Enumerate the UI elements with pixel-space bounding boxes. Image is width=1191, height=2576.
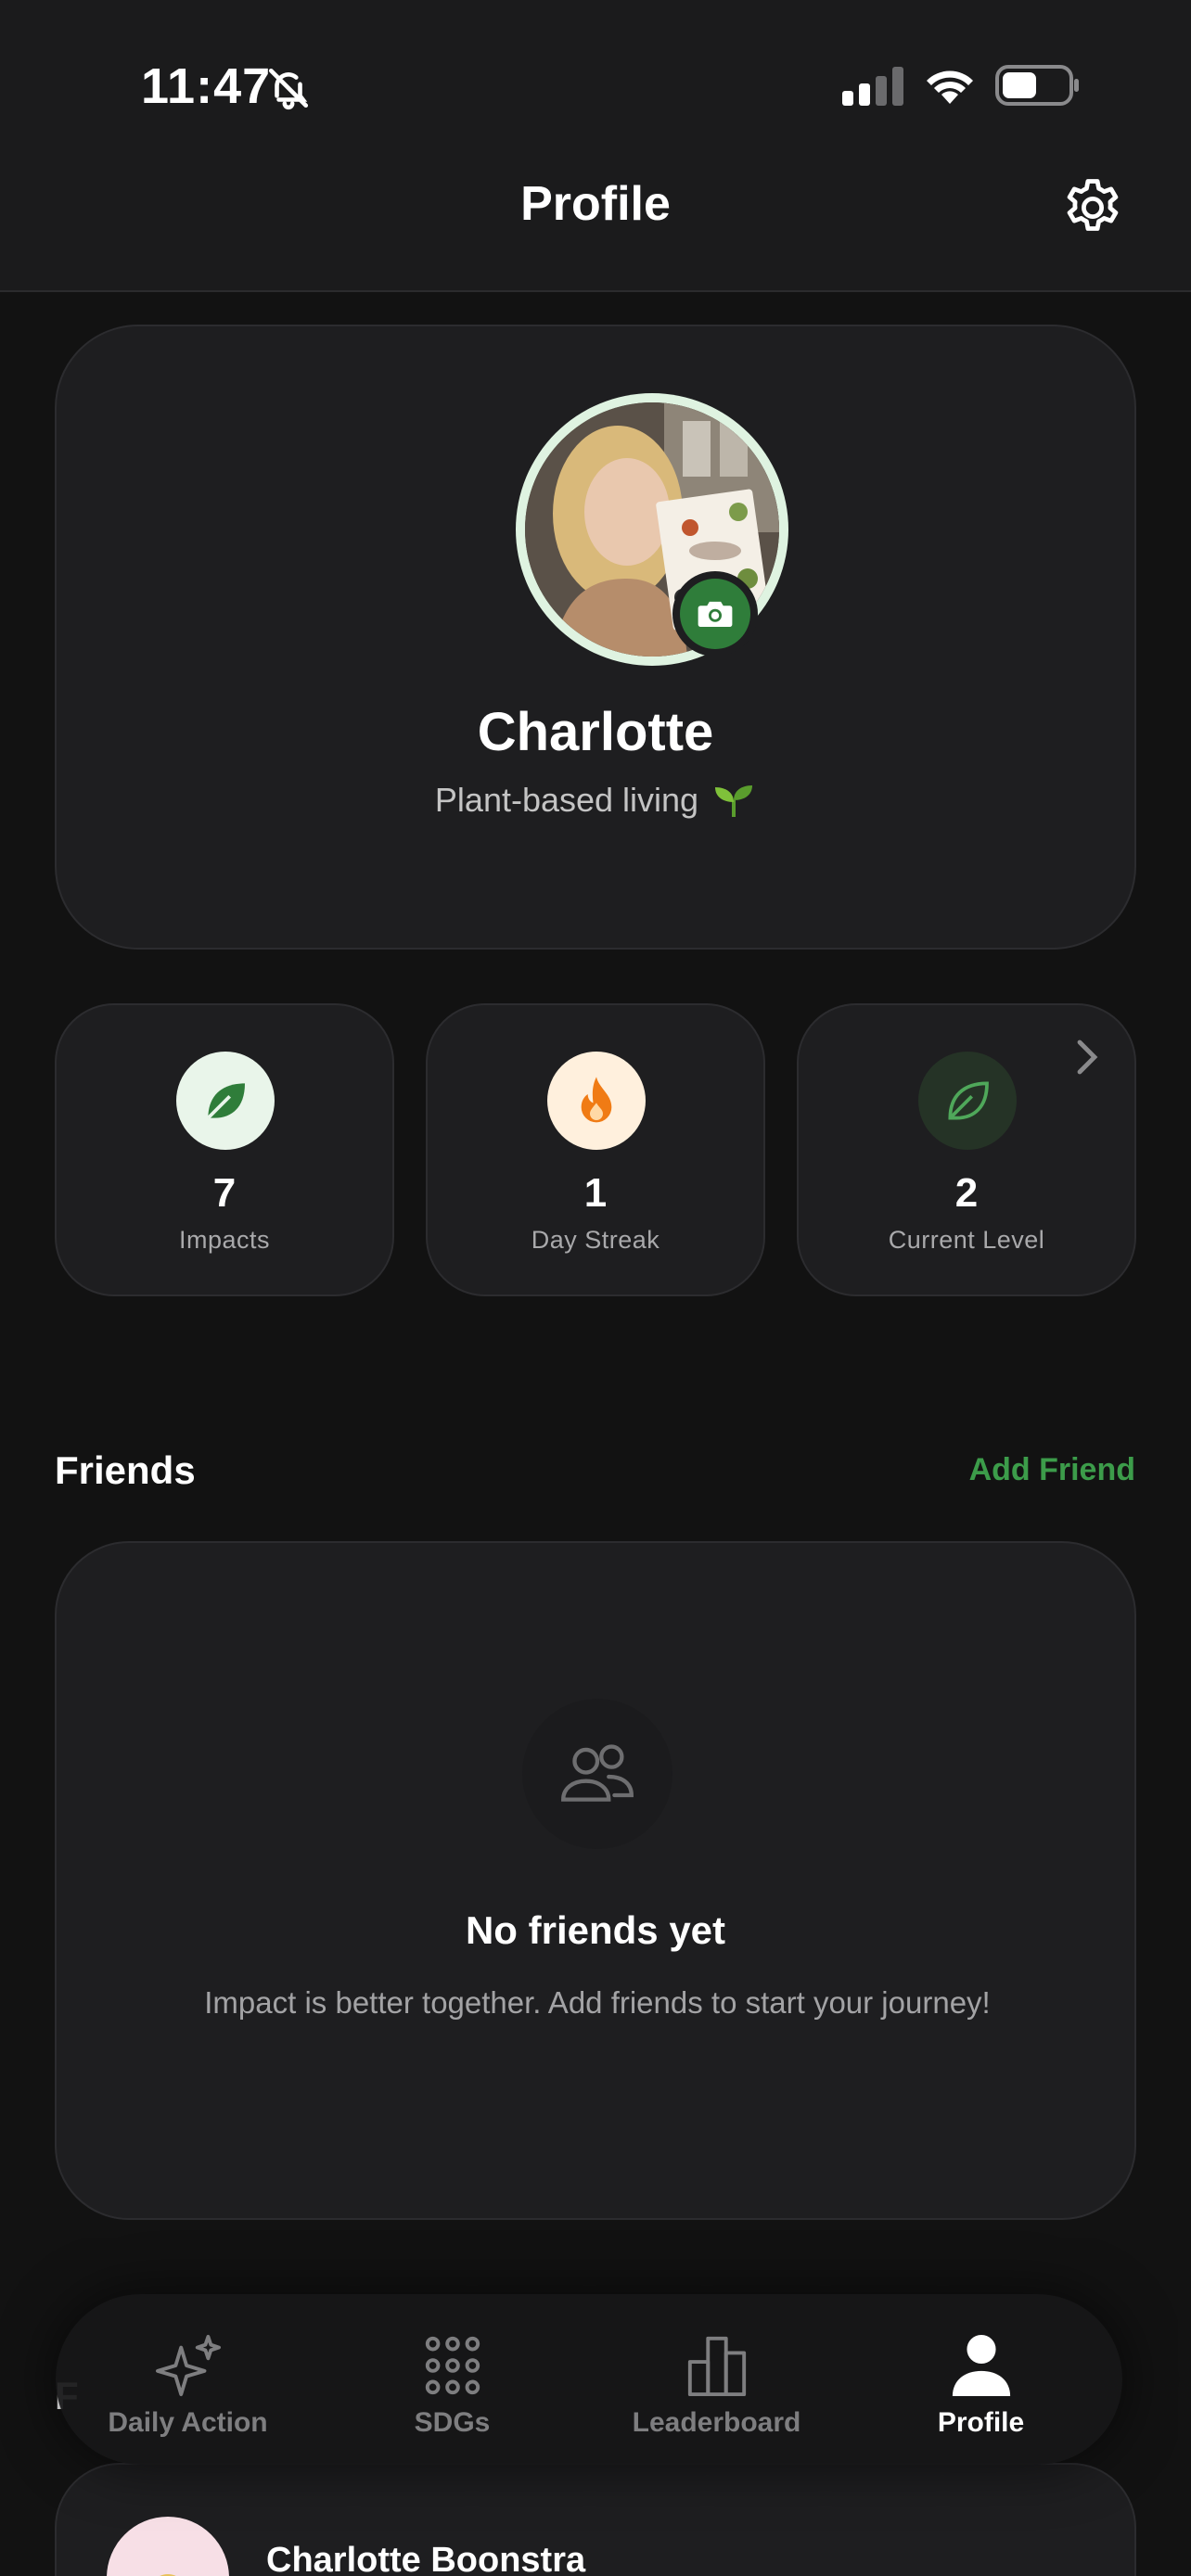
stat-icon-circle <box>918 1052 1017 1150</box>
empty-state-title: No friends yet <box>465 1908 726 1952</box>
gear-icon[interactable] <box>1059 174 1126 241</box>
people-icon-circle <box>522 1699 672 1849</box>
stat-card-streak[interactable]: 1 Day Streak <box>426 1003 765 1296</box>
seedling-icon <box>715 785 753 817</box>
member-avatar <box>107 2517 229 2576</box>
top-bar: 11:47 Profile <box>0 0 1191 292</box>
camera-icon <box>698 601 733 627</box>
flame-icon <box>581 1077 612 1123</box>
stat-card-level[interactable]: 2 Current Level <box>797 1003 1136 1296</box>
tab-label: SDGs <box>414 2407 491 2438</box>
page-title: Profile <box>520 177 671 231</box>
grid-dots-icon <box>425 2336 480 2395</box>
empty-state-text: Impact is better together. Add friends t… <box>204 1985 991 2020</box>
stat-label: Day Streak <box>531 1226 660 1254</box>
member-avatar-image <box>160 2574 176 2576</box>
person-icon <box>952 2334 1010 2397</box>
tab-daily-action[interactable]: Daily Action <box>56 2294 320 2465</box>
status-time: 11:47 <box>141 58 272 114</box>
tab-label: Daily Action <box>108 2407 268 2438</box>
stat-label: Impacts <box>178 1226 271 1254</box>
stat-value: 2 <box>954 1170 979 1216</box>
chevron-right-icon <box>1077 1039 1098 1075</box>
tab-leaderboard[interactable]: Leaderboard <box>584 2294 849 2465</box>
wifi-icon <box>927 70 973 104</box>
tab-bar: Daily Action SDGs Leaderboard Profile <box>56 2294 1122 2465</box>
stat-value: 7 <box>212 1170 237 1216</box>
stat-card-impacts[interactable]: 7 Impacts <box>55 1003 394 1296</box>
stat-value: 1 <box>583 1170 608 1216</box>
battery-icon <box>995 65 1079 106</box>
leaf-icon <box>207 1083 245 1119</box>
member-name: Charlotte Boonstra <box>266 2541 586 2576</box>
bar-chart-icon <box>687 2336 746 2397</box>
bell-slash-icon <box>268 68 309 110</box>
sparkles-icon <box>155 2334 221 2397</box>
profile-card: Charlotte Plant-based living <box>55 325 1136 950</box>
tab-profile[interactable]: Profile <box>849 2294 1113 2465</box>
leaf-outline-icon <box>948 1081 989 1120</box>
profile-screen: 11:47 Profile Charlotte Plant-based livi… <box>0 0 1191 2576</box>
member-card[interactable]: Charlotte Boonstra <box>55 2463 1136 2576</box>
profile-bio-text: Plant-based living <box>434 781 699 819</box>
stat-icon-circle <box>176 1052 275 1150</box>
profile-bio: Plant-based living <box>57 781 1134 820</box>
cellular-signal-icon <box>842 67 903 106</box>
stat-label: Current Level <box>888 1226 1045 1254</box>
tab-label: Leaderboard <box>632 2407 801 2438</box>
add-friend-button[interactable]: Add Friend <box>969 1452 1135 1488</box>
tab-label: Profile <box>937 2407 1025 2438</box>
friends-title: Friends <box>55 1448 196 1492</box>
stat-icon-circle <box>547 1052 646 1150</box>
camera-badge[interactable] <box>672 571 758 657</box>
people-icon <box>561 1744 634 1802</box>
friends-empty-card: No friends yet Impact is better together… <box>55 1541 1136 2220</box>
tab-sdgs[interactable]: SDGs <box>320 2294 584 2465</box>
profile-name: Charlotte <box>477 702 714 762</box>
